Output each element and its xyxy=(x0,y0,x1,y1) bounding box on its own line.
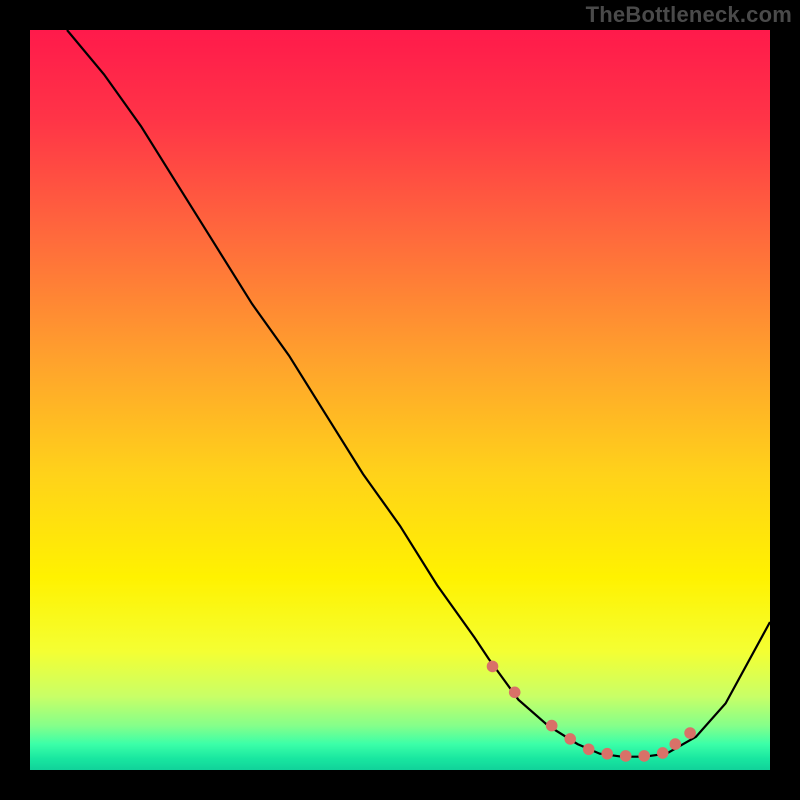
marker-point xyxy=(509,687,521,699)
gradient-background xyxy=(30,30,770,770)
marker-point xyxy=(583,743,595,755)
marker-point xyxy=(564,733,576,745)
marker-point xyxy=(684,727,696,739)
chart-frame: TheBottleneck.com xyxy=(0,0,800,800)
marker-point xyxy=(638,750,650,762)
watermark-text: TheBottleneck.com xyxy=(586,2,792,28)
marker-point xyxy=(669,738,681,750)
chart-svg xyxy=(30,30,770,770)
marker-point xyxy=(657,747,669,759)
marker-point xyxy=(601,748,613,760)
marker-point xyxy=(620,750,632,762)
marker-point xyxy=(487,661,499,673)
plot-area xyxy=(30,30,770,770)
marker-point xyxy=(546,720,558,732)
